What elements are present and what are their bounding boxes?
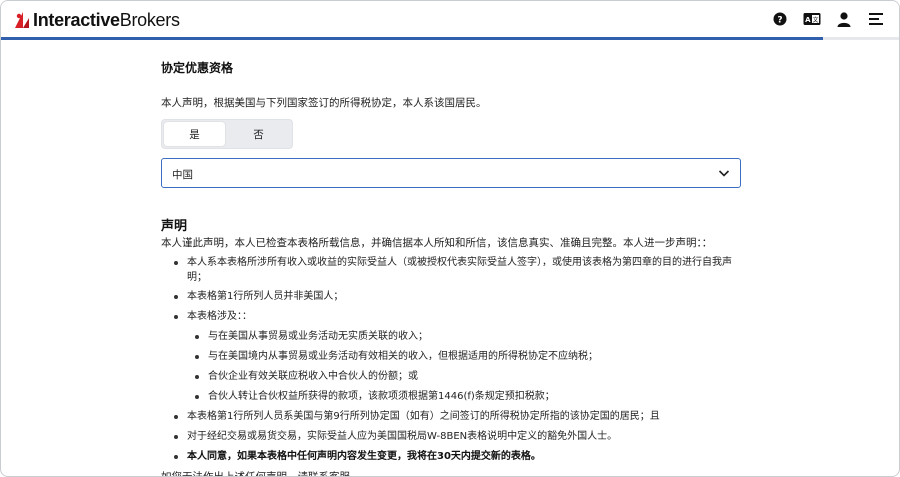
sub-list-item: 合伙人转让合伙权益所获得的款项，该款项须根据第1446(f)条规定预扣税款； xyxy=(195,389,735,404)
bullet-icon xyxy=(174,415,178,419)
progress-fill xyxy=(1,37,823,40)
list-item-text: 本表格第1行所列人员系美国与第9行所列协定国（如有）之间签订的所得税协定所指的该… xyxy=(187,411,660,422)
bullet-icon xyxy=(195,355,199,359)
account-icon[interactable] xyxy=(835,10,853,28)
bullet-icon xyxy=(195,375,199,379)
declaration-intro-text: 本人谨此声明，本人已检查本表格所载信息，并确信据本人所知和所信，该信息真实、准确… xyxy=(161,237,713,249)
list-item: 本人系本表格所涉所有收入或收益的实际受益人（或被授权代表实际受益人签字），或使用… xyxy=(174,255,739,285)
country-select[interactable]: 中国 xyxy=(161,158,741,188)
list-item-text: 本人系本表格所涉所有收入或收益的实际受益人（或被授权代表实际受益人签字），或使用… xyxy=(187,257,732,283)
list-item-text: 对于经纪交易或易货交易，实际受益人应为美国国税局W-8BEN表格说明中定义的豁免… xyxy=(187,431,618,442)
brand-logo[interactable]: InteractiveBrokers xyxy=(13,10,180,30)
bullet-icon xyxy=(195,395,199,399)
bullet-icon xyxy=(174,435,178,439)
sub-list-item-text: 与在美国从事贸易或业务活动无实质关联的收入； xyxy=(208,331,428,342)
svg-text:文: 文 xyxy=(812,16,818,24)
brand-name-light: Brokers xyxy=(119,9,180,30)
no-option-button[interactable]: 否 xyxy=(228,122,289,146)
bullet-icon xyxy=(174,315,178,319)
list-item-text: 本表格涉及：： xyxy=(187,311,252,322)
resident-toggle: 是 否 xyxy=(161,119,293,149)
contact-support-text: 如您无法作出上述任何声明，请联系客服。 xyxy=(161,471,361,477)
progress-bar xyxy=(1,37,899,40)
sub-list-item: 与在美国境内从事贸易或业务活动有效相关的收入，但根据适用的所得税协定不应纳税； xyxy=(195,349,735,364)
declaration-title: 声明 xyxy=(161,219,188,234)
brand-name: InteractiveBrokers xyxy=(33,10,180,31)
translate-icon[interactable]: A文 xyxy=(803,10,821,28)
menu-icon[interactable] xyxy=(867,10,885,28)
list-item: 对于经纪交易或易货交易，实际受益人应为美国国税局W-8BEN表格说明中定义的豁免… xyxy=(174,429,739,444)
header-icons: ? A文 xyxy=(771,10,885,28)
sub-list-item-text: 合伙人转让合伙权益所获得的款项，该款项须根据第1446(f)条规定预扣税款； xyxy=(208,391,555,402)
bullet-icon xyxy=(174,455,178,459)
sub-list-item-text: 与在美国境内从事贸易或业务活动有效相关的收入，但根据适用的所得税协定不应纳税； xyxy=(208,351,598,362)
yes-option-button[interactable]: 是 xyxy=(164,122,225,146)
bullet-icon xyxy=(174,261,178,265)
svg-text:?: ? xyxy=(777,16,782,26)
treaty-intro-text: 本人声明，根据美国与下列国家签订的所得税协定，本人系该国居民。 xyxy=(161,97,487,109)
list-item: 本表格涉及：： xyxy=(174,309,739,324)
agreement-text: 本人同意，如果本表格中任何声明内容发生变更，我将在30天内提交新的表格。 xyxy=(187,451,541,462)
svg-text:A: A xyxy=(805,16,811,24)
logo-mark-icon xyxy=(15,12,29,28)
treaty-section-title: 协定优惠资格 xyxy=(161,61,234,75)
sub-list-item: 合伙企业有效关联应税收入中合伙人的份额；或 xyxy=(195,369,735,384)
agreement-list-item: 本人同意，如果本表格中任何声明内容发生变更，我将在30天内提交新的表格。 xyxy=(174,449,739,464)
list-item: 本表格第1行所列人员并非美国人； xyxy=(174,289,739,304)
sub-list-item-text: 合伙企业有效关联应税收入中合伙人的份额；或 xyxy=(208,371,418,382)
list-item: 本表格第1行所列人员系美国与第9行所列协定国（如有）之间签订的所得税协定所指的该… xyxy=(174,409,739,424)
list-item-text: 本表格第1行所列人员并非美国人； xyxy=(187,291,344,302)
brand-name-bold: Interactive xyxy=(33,9,120,30)
country-select-value: 中国 xyxy=(172,169,193,181)
top-header: InteractiveBrokers ? A文 xyxy=(1,1,899,37)
bullet-icon xyxy=(174,295,178,299)
bullet-icon xyxy=(195,335,199,339)
chevron-down-icon xyxy=(718,170,730,177)
help-icon[interactable]: ? xyxy=(771,10,789,28)
sub-list-item: 与在美国从事贸易或业务活动无实质关联的收入； xyxy=(195,329,735,344)
app-frame: InteractiveBrokers ? A文 协定优惠资格 本人声明，根据美国… xyxy=(0,0,900,477)
